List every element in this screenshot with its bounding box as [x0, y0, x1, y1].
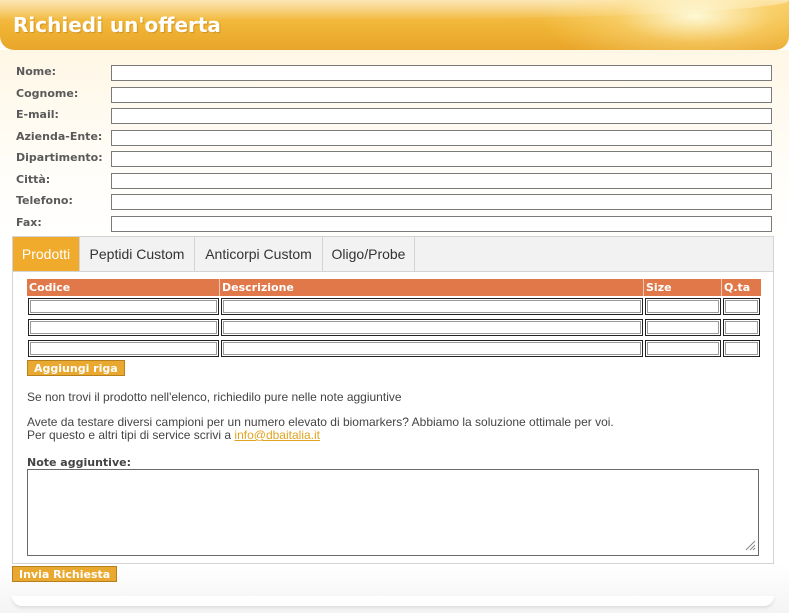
nome-input[interactable]	[111, 65, 772, 81]
info-not-found-text: Se non trovi il prodotto nell'elenco, ri…	[27, 390, 402, 404]
descrizione-cell	[221, 298, 643, 315]
tab-anticorpi-custom[interactable]: Anticorpi Custom	[195, 237, 323, 271]
qta-cell	[723, 298, 760, 315]
field-label-citta: Città:	[16, 173, 51, 186]
qta-input[interactable]	[724, 341, 759, 356]
descrizione-cell	[221, 319, 643, 336]
size-input[interactable]	[646, 299, 720, 314]
tab-bar: Prodotti Peptidi Custom Anticorpi Custom…	[13, 237, 773, 272]
size-cell	[645, 319, 721, 336]
qta-input[interactable]	[724, 299, 759, 314]
field-label-dipartimento: Dipartimento:	[16, 151, 103, 164]
azienda-input[interactable]	[111, 130, 772, 146]
size-cell	[645, 298, 721, 315]
size-input[interactable]	[646, 320, 720, 335]
descrizione-input[interactable]	[222, 341, 642, 356]
page-header: Richiedi un'offerta	[0, 0, 789, 50]
notes-textarea[interactable]	[27, 469, 759, 556]
tab-peptidi-custom[interactable]: Peptidi Custom	[80, 237, 195, 271]
qta-input[interactable]	[724, 320, 759, 335]
field-label-email: E-mail:	[16, 108, 59, 121]
add-row-button[interactable]: Aggiungi riga	[27, 360, 125, 376]
qta-cell	[723, 340, 760, 357]
fax-input[interactable]	[111, 216, 772, 232]
cognome-input[interactable]	[111, 87, 772, 103]
notes-label: Note aggiuntive:	[27, 456, 131, 469]
codice-input[interactable]	[29, 299, 218, 314]
descrizione-cell	[221, 340, 643, 357]
codice-cell	[28, 340, 219, 357]
products-table-header: Codice Descrizione Size Q.ta	[27, 279, 761, 296]
page-title: Richiedi un'offerta	[13, 13, 221, 37]
descrizione-input[interactable]	[222, 299, 642, 314]
column-header-descrizione: Descrizione	[220, 279, 644, 296]
codice-input[interactable]	[29, 320, 218, 335]
request-panel: Prodotti Peptidi Custom Anticorpi Custom…	[12, 236, 774, 564]
column-header-size: Size	[644, 279, 722, 296]
descrizione-input[interactable]	[222, 320, 642, 335]
info-service-line: Per questo e altri tipi di service scriv…	[27, 429, 320, 442]
size-input[interactable]	[646, 341, 720, 356]
field-label-nome: Nome:	[16, 65, 57, 78]
column-header-qta: Q.ta	[724, 281, 751, 294]
field-label-azienda: Azienda-Ente:	[16, 130, 103, 143]
field-label-telefono: Telefono:	[16, 194, 73, 207]
citta-input[interactable]	[111, 173, 772, 189]
codice-cell	[28, 319, 219, 336]
qta-cell	[723, 319, 760, 336]
codice-cell	[28, 298, 219, 315]
field-label-fax: Fax:	[16, 216, 42, 229]
email-input[interactable]	[111, 108, 772, 124]
dipartimento-input[interactable]	[111, 151, 772, 167]
tab-oligo-probe[interactable]: Oligo/Probe	[323, 237, 415, 271]
telefono-input[interactable]	[111, 194, 772, 210]
resize-grip-icon[interactable]	[744, 539, 756, 551]
footer-edge	[12, 596, 774, 606]
email-link[interactable]: info@dbaitalia.it	[234, 428, 320, 442]
info-service-text: Per questo e altri tipi di service scriv…	[27, 428, 235, 442]
codice-input[interactable]	[29, 341, 218, 356]
field-label-cognome: Cognome:	[16, 87, 79, 100]
header-shine	[539, 0, 789, 50]
size-cell	[645, 340, 721, 357]
submit-request-button[interactable]: Invia Richiesta	[12, 566, 118, 582]
column-header-codice: Codice	[27, 279, 220, 296]
tab-prodotti[interactable]: Prodotti	[13, 237, 80, 271]
